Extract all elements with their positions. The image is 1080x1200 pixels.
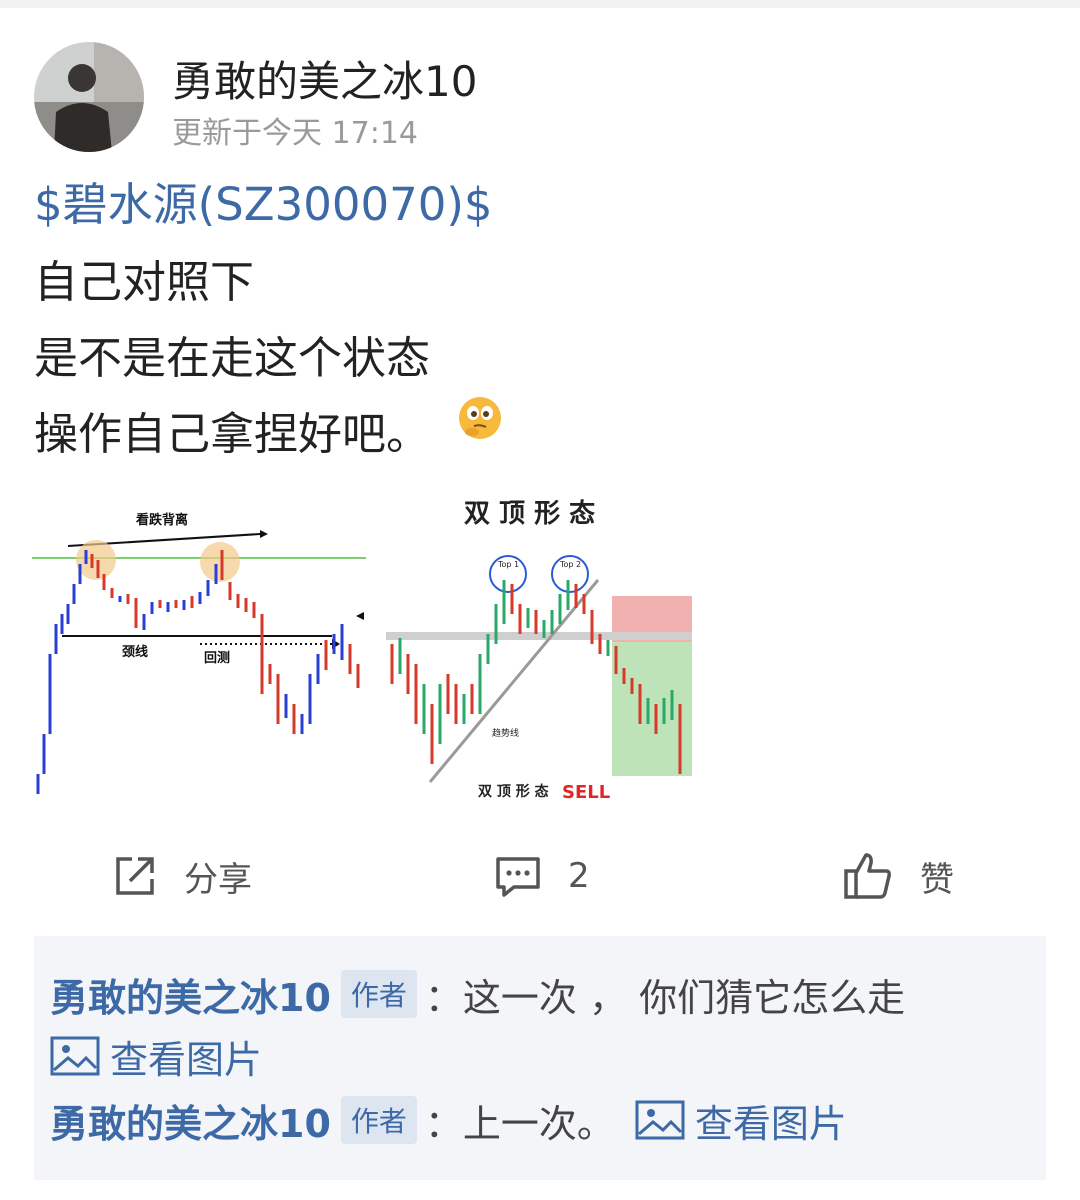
post-time: 更新于今天 17:14 <box>172 116 418 151</box>
double-top-chart-image: 双 顶 形 态 Top 1 Top 2 趋势线 双 顶 形 态 SELL <box>372 484 706 818</box>
thinking-face-icon <box>459 397 501 439</box>
top-divider <box>0 0 1080 8</box>
author-name[interactable]: 勇敢的美之冰10 <box>172 48 477 109</box>
chart-label: 趋势线 <box>492 727 519 739</box>
view-image-link[interactable]: 查看图片 <box>110 1029 262 1084</box>
comment-item[interactable]: 勇敢的美之冰10 作者 ：这一次 ， 你们猜它怎么走 <box>50 966 905 1022</box>
post-image-left[interactable]: 看跌背离 颈线 回测 <box>32 484 366 818</box>
stock-tag-link[interactable]: $碧水源(SZ300070)$ <box>34 168 493 233</box>
comment-text: ：上一次。 <box>424 1101 615 1146</box>
comment-icon <box>496 857 540 897</box>
chart-label: Top 2 <box>559 560 581 569</box>
chart-title: 双 顶 形 态 <box>464 498 595 529</box>
post-text-line: 自己对照下 <box>34 257 254 308</box>
share-icon <box>116 857 154 895</box>
avatar[interactable] <box>34 42 144 152</box>
sell-label: SELL <box>562 782 610 803</box>
like-label: 赞 <box>920 859 954 900</box>
comment-user[interactable]: 勇敢的美之冰10 <box>50 1093 331 1148</box>
image-icon <box>635 1100 685 1140</box>
comment-user[interactable]: 勇敢的美之冰10 <box>50 967 331 1022</box>
post-text-line: 是不是在走这个状态 <box>34 333 430 384</box>
chart-label: 颈线 <box>122 644 148 660</box>
image-icon <box>50 1036 100 1076</box>
share-button[interactable]: 分享 <box>112 848 252 904</box>
comment-button[interactable]: 2 <box>494 848 590 904</box>
author-badge: 作者 <box>340 970 417 1018</box>
post-image-right[interactable]: 双 顶 形 态 Top 1 Top 2 趋势线 双 顶 形 态 SELL <box>372 484 706 818</box>
comment-count: 2 <box>568 856 590 896</box>
post-text-line: 操作自己拿捏好吧。 <box>34 409 430 460</box>
chart-caption: 双 顶 形 态 <box>478 783 549 800</box>
candlestick-chart-image: 看跌背离 颈线 回测 <box>32 484 366 818</box>
chart-label: 回测 <box>204 650 230 666</box>
like-button[interactable]: 赞 <box>842 848 954 904</box>
author-badge: 作者 <box>340 1096 417 1144</box>
comment-item[interactable]: 勇敢的美之冰10 作者 ：上一次。 查看图片 <box>50 1092 847 1148</box>
view-image-link[interactable]: 查看图片 <box>695 1093 847 1148</box>
share-label: 分享 <box>184 859 252 900</box>
comment-item[interactable]: 查看图片 <box>50 1028 262 1084</box>
thumbs-up-icon <box>844 853 891 899</box>
chart-label: 看跌背离 <box>136 512 188 528</box>
avatar-photo <box>34 42 144 152</box>
chart-label: Top 1 <box>497 560 519 569</box>
comment-text: ：这一次 ， 你们猜它怎么走 <box>424 975 906 1020</box>
